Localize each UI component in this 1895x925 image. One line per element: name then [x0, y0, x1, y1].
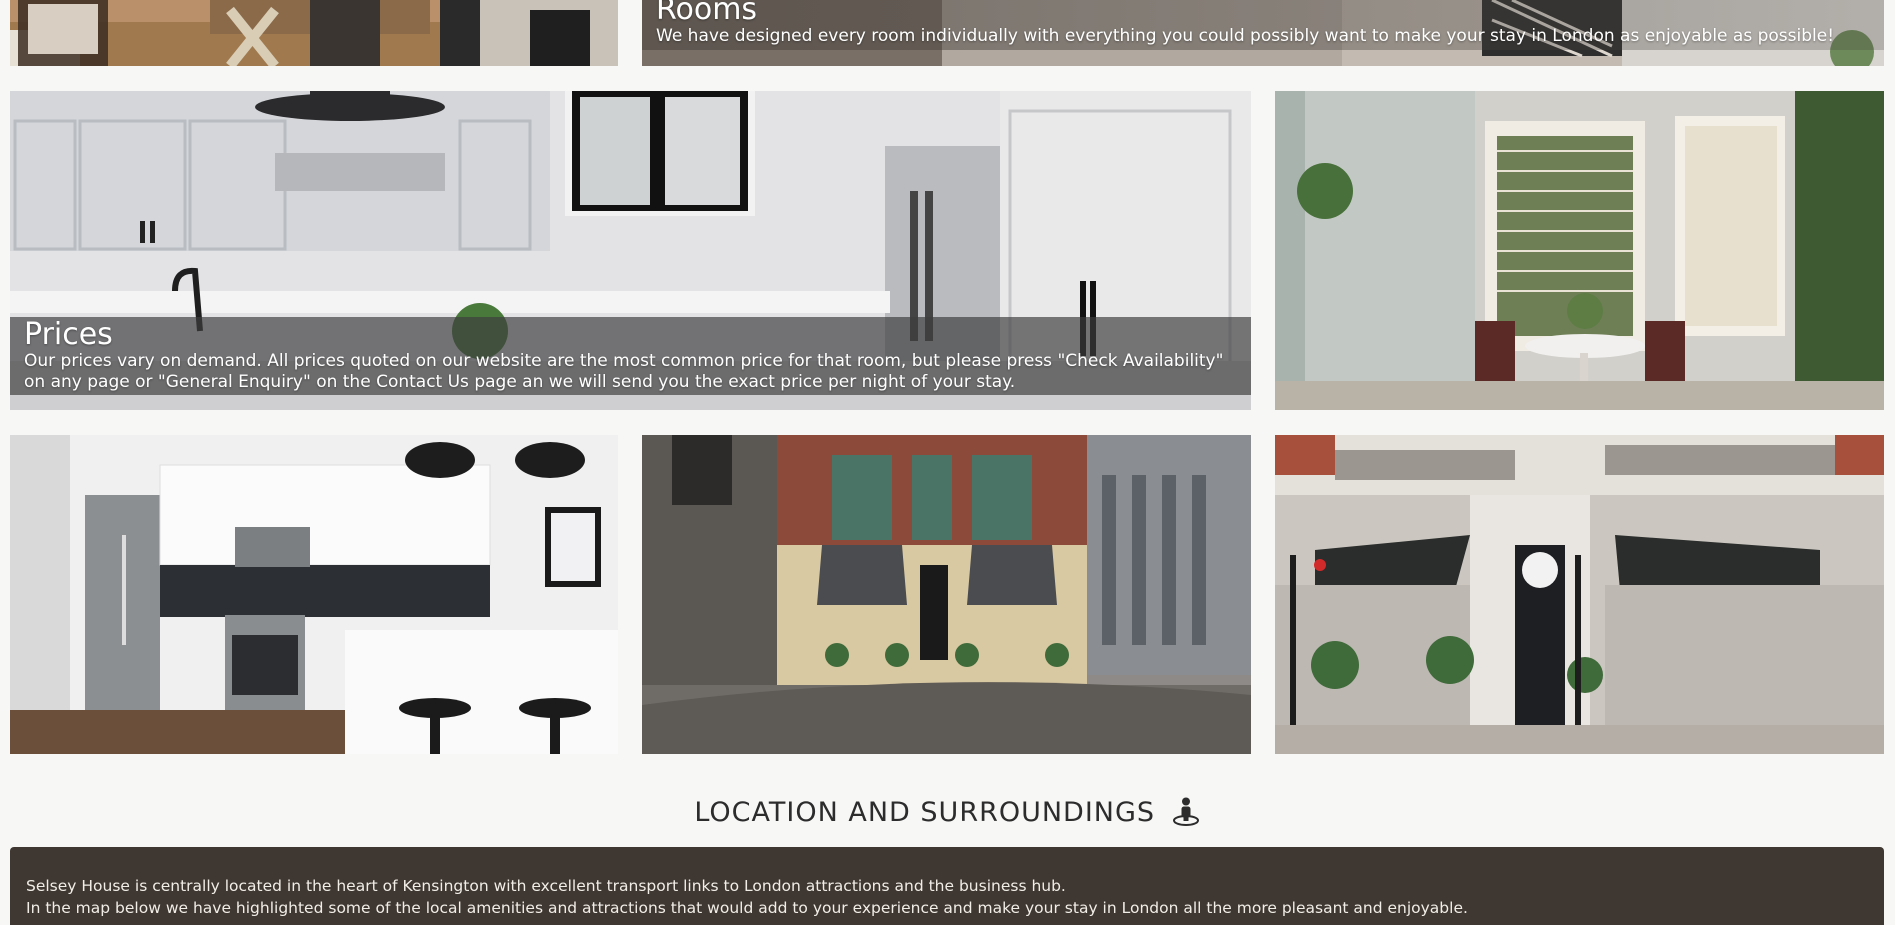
location-paragraph: In the map below we have highlighted som… [26, 899, 1468, 917]
gallery-prices-tile[interactable]: Prices Our prices vary on demand. All pr… [10, 91, 1251, 410]
page: Rooms We have designed every room indivi… [0, 0, 1895, 925]
gallery-image-dining[interactable] [10, 0, 618, 66]
rooms-description: We have designed every room individually… [656, 26, 1835, 46]
location-paragraph: Selsey House is centrally located in the… [26, 877, 1066, 895]
gallery-image-kitchen[interactable] [10, 435, 618, 754]
location-heading-text: LOCATION AND SURROUNDINGS [694, 797, 1156, 828]
gallery-rooms-tile[interactable]: Rooms We have designed every room indivi… [642, 0, 1884, 66]
person-pin-icon [1172, 797, 1199, 826]
location-section-heading: LOCATION AND SURROUNDINGS [0, 796, 1895, 828]
rooms-caption: Rooms We have designed every room indivi… [642, 0, 1884, 50]
location-info-box: Selsey House is centrally located in the… [10, 847, 1884, 925]
prices-description: Our prices vary on demand. All prices qu… [24, 351, 1224, 392]
rooms-title: Rooms [656, 0, 758, 27]
gallery-image-street-restaurant[interactable] [642, 435, 1251, 754]
prices-caption: Prices Our prices vary on demand. All pr… [10, 317, 1251, 395]
prices-title: Prices [24, 317, 113, 352]
gallery-image-bay-window[interactable] [1275, 91, 1884, 410]
gallery-image-corner-building[interactable] [1275, 435, 1884, 754]
